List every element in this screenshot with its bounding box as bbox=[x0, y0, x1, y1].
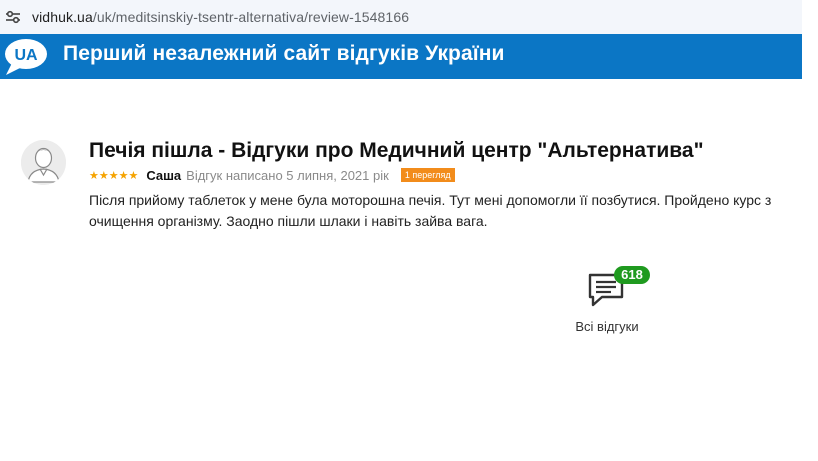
review-date: Відгук написано 5 липня, 2021 рік bbox=[186, 167, 389, 183]
url-host: vidhuk.ua bbox=[32, 9, 93, 25]
address-bar[interactable]: vidhuk.ua/uk/meditsinskiy-tsentr-alterna… bbox=[0, 0, 802, 34]
site-title[interactable]: Перший незалежний сайт відгуків України bbox=[63, 42, 505, 66]
review-author: Саша bbox=[146, 167, 182, 183]
star-rating-icon: ★★★★★ bbox=[89, 169, 139, 182]
avatar bbox=[21, 140, 66, 185]
site-header: UA Перший незалежний сайт відгуків Украї… bbox=[0, 34, 802, 79]
logo-text: UA bbox=[14, 47, 38, 64]
reviews-count-badge: 618 bbox=[614, 266, 650, 284]
all-reviews-label: Всі відгуки bbox=[575, 319, 639, 334]
url-text[interactable]: vidhuk.ua/uk/meditsinskiy-tsentr-alterna… bbox=[32, 9, 409, 25]
ua-bubble-icon: UA bbox=[5, 39, 47, 75]
site-logo[interactable]: UA bbox=[2, 37, 50, 77]
review-body: Після прийому таблеток у мене була мотор… bbox=[89, 192, 772, 229]
site-settings-icon[interactable] bbox=[4, 8, 22, 26]
all-reviews-button[interactable]: 618 Всі відгуки bbox=[560, 266, 654, 340]
user-silhouette-icon bbox=[21, 140, 66, 185]
review-meta: ★★★★★ Саша Відгук написано 5 липня, 2021… bbox=[89, 167, 455, 183]
review-title: Печія пішла - Відгуки про Медичний центр… bbox=[89, 139, 704, 162]
views-badge: 1 перегляд bbox=[400, 168, 455, 182]
url-path: /uk/meditsinskiy-tsentr-alternativa/revi… bbox=[92, 9, 410, 25]
